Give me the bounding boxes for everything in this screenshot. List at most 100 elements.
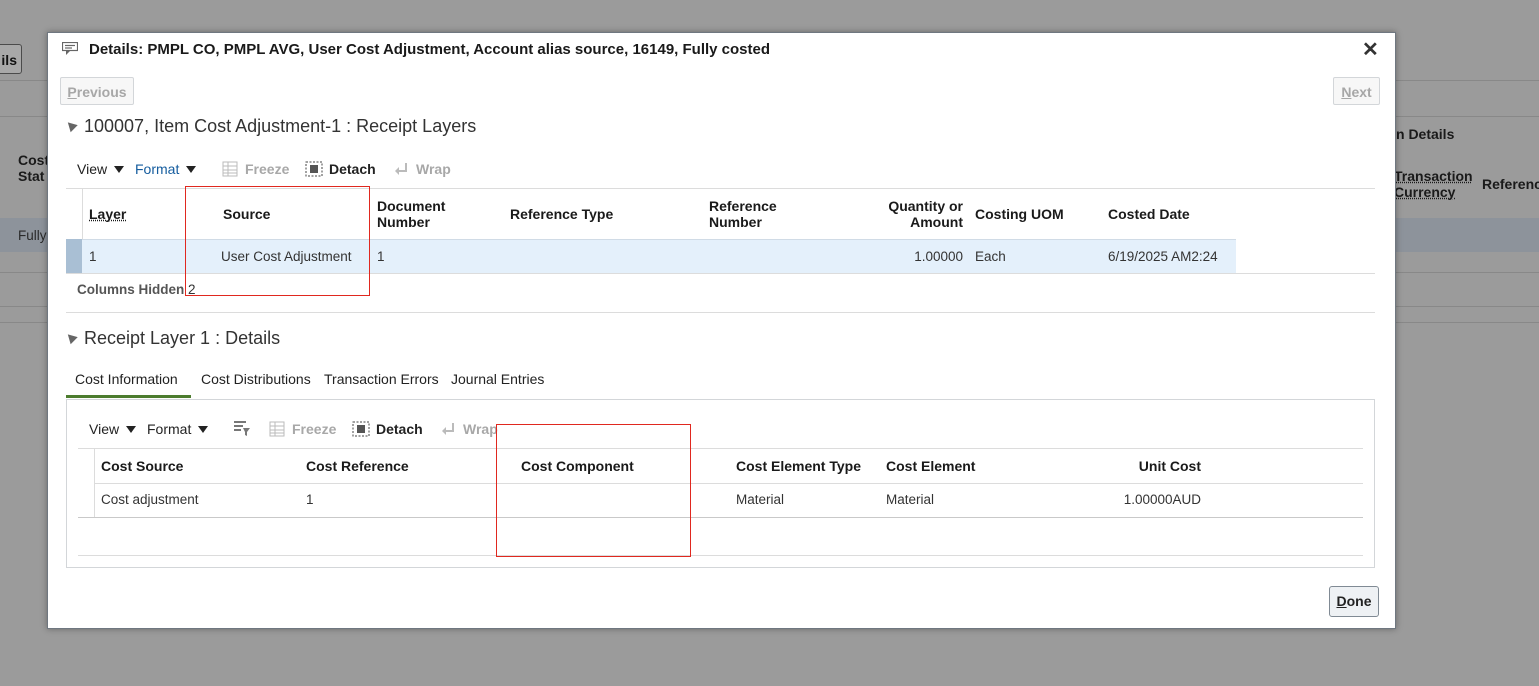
- background-button[interactable]: ils: [0, 44, 22, 74]
- column-header-quantity[interactable]: Quantity or Amount: [863, 198, 963, 230]
- format-menu[interactable]: Format: [135, 161, 197, 177]
- previous-button-accesskey: P: [67, 84, 77, 100]
- background-column-header: Referenc: [1482, 176, 1539, 192]
- freeze-button[interactable]: Freeze: [269, 421, 336, 437]
- column-header-document-number[interactable]: Document Number: [377, 198, 445, 230]
- cell-layer: 1: [89, 249, 97, 264]
- view-menu[interactable]: View: [77, 161, 125, 177]
- column-header-line: Number: [709, 214, 762, 230]
- tab-cost-information[interactable]: Cost Information: [75, 371, 178, 387]
- previous-button[interactable]: Previous: [60, 77, 134, 105]
- background-divider: [0, 116, 48, 117]
- cell-document-number: 1: [377, 249, 385, 264]
- freeze-label: Freeze: [292, 421, 337, 437]
- background-selected-row: [1396, 218, 1539, 252]
- next-button[interactable]: Next: [1333, 77, 1380, 105]
- background-divider: [0, 80, 48, 81]
- annotation-box-source: [185, 186, 370, 296]
- column-header-costed-date[interactable]: Costed Date: [1108, 206, 1190, 222]
- collapse-triangle-icon[interactable]: [64, 118, 78, 133]
- layer-details-header[interactable]: Receipt Layer 1 : Details: [64, 328, 281, 349]
- view-menu[interactable]: View: [89, 421, 137, 437]
- cell-cost-element-type: Material: [736, 492, 785, 507]
- column-header-cost-element-type[interactable]: Cost Element Type: [736, 458, 861, 474]
- cell-cost-element: Material: [886, 492, 935, 507]
- column-header-reference-type[interactable]: Reference Type: [510, 206, 613, 222]
- table-bottom-border: [78, 555, 1363, 556]
- query-by-example-icon[interactable]: [233, 419, 251, 440]
- cell-costing-uom: Each: [975, 249, 1006, 264]
- active-tab-underline: [66, 395, 191, 398]
- cell-costed-date: 6/19/2025 AM2:24: [1108, 249, 1218, 264]
- wrap-label: Wrap: [416, 161, 451, 177]
- detach-label: Detach: [329, 161, 376, 177]
- wrap-button[interactable]: Wrap: [441, 421, 498, 437]
- previous-button-label: revious: [76, 84, 127, 100]
- column-header-cost-element[interactable]: Cost Element: [886, 458, 975, 474]
- background-divider: [1396, 322, 1539, 323]
- tab-journal-entries[interactable]: Journal Entries: [451, 371, 544, 387]
- background-column-header: Cost: [18, 152, 50, 168]
- done-button[interactable]: Done: [1329, 586, 1379, 617]
- details-dialog: Details: PMPL CO, PMPL AVG, User Cost Ad…: [47, 32, 1396, 629]
- column-header-line: Document: [377, 198, 446, 214]
- tab-transaction-errors[interactable]: Transaction Errors: [324, 371, 439, 387]
- cell-cost-source: Cost adjustment: [101, 492, 199, 507]
- detach-button[interactable]: Detach: [305, 161, 376, 177]
- column-header-unit-cost[interactable]: Unit Cost: [1091, 458, 1201, 474]
- wrap-button[interactable]: Wrap: [394, 161, 451, 177]
- cell-quantity: 1.00000: [914, 249, 963, 264]
- background-column-header[interactable]: Transaction: [1394, 168, 1473, 184]
- freeze-button[interactable]: Freeze: [222, 161, 289, 177]
- dropdown-caret-icon: [114, 165, 125, 173]
- tab-cost-distributions[interactable]: Cost Distributions: [201, 371, 311, 387]
- detach-label: Detach: [376, 421, 423, 437]
- dropdown-caret-icon: [126, 425, 137, 433]
- close-icon[interactable]: ✕: [1362, 37, 1379, 62]
- row-selector[interactable]: [66, 239, 82, 273]
- wrap-icon: [395, 163, 407, 175]
- format-menu[interactable]: Format: [147, 421, 209, 437]
- dropdown-caret-icon: [198, 425, 209, 433]
- detach-button[interactable]: Detach: [352, 421, 423, 437]
- column-header-cost-reference[interactable]: Cost Reference: [306, 458, 409, 474]
- cell-unit-cost: 1.00000AUD: [1123, 492, 1201, 507]
- column-header-line: Number: [377, 214, 430, 230]
- columns-hidden-label: Columns Hidden: [77, 282, 185, 297]
- column-header-layer[interactable]: Layer: [89, 206, 126, 222]
- background-divider: [0, 322, 48, 323]
- view-menu-label: View: [77, 161, 108, 177]
- freeze-icon: [269, 421, 285, 437]
- column-header-line: Quantity or: [888, 198, 963, 214]
- wrap-icon: [442, 423, 454, 435]
- column-header-cost-source[interactable]: Cost Source: [101, 458, 183, 474]
- done-button-accesskey: D: [1336, 593, 1347, 609]
- freeze-label: Freeze: [245, 161, 290, 177]
- wrap-label: Wrap: [463, 421, 498, 437]
- table-row-border: [78, 517, 1363, 518]
- collapse-triangle-icon[interactable]: [64, 330, 78, 345]
- dropdown-caret-icon: [186, 165, 197, 173]
- background-section-title: n Details: [1396, 126, 1455, 142]
- background-divider: [0, 306, 48, 307]
- column-header-costing-uom[interactable]: Costing UOM: [975, 206, 1064, 222]
- cell-cost-reference: 1: [306, 492, 314, 507]
- background-divider: [1396, 306, 1539, 307]
- format-menu-label: Format: [135, 161, 180, 177]
- detach-icon: [305, 161, 323, 177]
- next-button-accesskey: N: [1341, 84, 1352, 100]
- background-row-value: Fully: [18, 228, 47, 243]
- receipt-layers-header[interactable]: 100007, Item Cost Adjustment-1 : Receipt…: [64, 116, 477, 137]
- dialog-title: Details: PMPL CO, PMPL AVG, User Cost Ad…: [89, 41, 771, 58]
- background-column-header[interactable]: Currency: [1394, 184, 1455, 200]
- column-header-line: Amount: [910, 214, 963, 230]
- table-top-border: [78, 448, 1363, 449]
- background-column-header: Stat: [18, 168, 45, 184]
- background-divider: [1396, 116, 1539, 117]
- format-menu-label: Format: [147, 421, 192, 437]
- section-divider: [66, 312, 1375, 313]
- receipt-layers-title: 100007, Item Cost Adjustment-1 : Receipt…: [84, 116, 477, 136]
- column-header-reference-number[interactable]: Reference Number: [709, 198, 777, 230]
- background-divider: [0, 272, 48, 273]
- layer-details-title: Receipt Layer 1 : Details: [84, 328, 281, 348]
